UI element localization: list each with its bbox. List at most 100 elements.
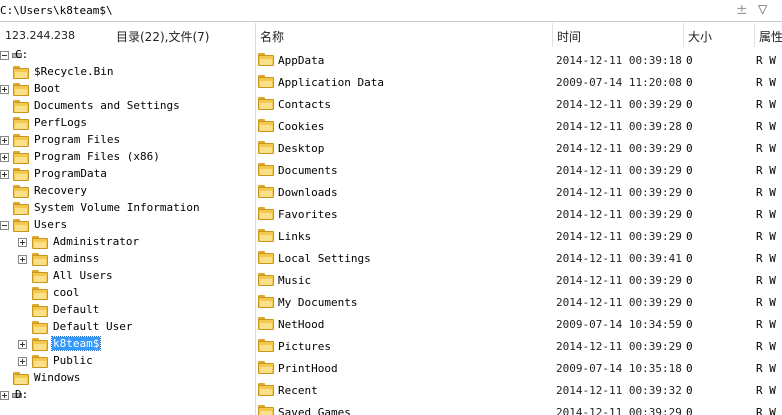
file-name: Music	[278, 274, 312, 287]
file-time: 2014-12-11 00:39:32	[556, 384, 682, 397]
tree-item-label: PerfLogs	[34, 116, 87, 129]
tree-item[interactable]: k8team$	[0, 336, 255, 353]
expand-icon[interactable]	[0, 391, 9, 400]
folder-icon	[258, 273, 274, 286]
file-attributes: R W	[756, 186, 776, 199]
file-size: 0	[686, 230, 693, 243]
file-row[interactable]: PrintHood 2009-07-14 10:35:18 0 R W	[256, 357, 782, 379]
tree-item[interactable]: cool	[0, 285, 255, 302]
folder-icon	[258, 119, 274, 132]
tree-item[interactable]: All Users	[0, 268, 255, 285]
file-attributes: R W	[756, 120, 776, 133]
file-attributes: R W	[756, 384, 776, 397]
tree-item[interactable]: $Recycle.Bin	[0, 64, 255, 81]
file-row[interactable]: Documents 2014-12-11 00:39:29 0 R W	[256, 159, 782, 181]
tree-item[interactable]: System Volume Information	[0, 200, 255, 217]
expand-icon[interactable]	[0, 136, 9, 145]
file-name: Cookies	[278, 120, 325, 133]
file-row[interactable]: Desktop 2014-12-11 00:39:29 0 R W	[256, 137, 782, 159]
tree-item-label: All Users	[53, 269, 113, 282]
column-name-header[interactable]: 名称	[256, 23, 553, 47]
file-time: 2014-12-11 00:39:29	[556, 186, 682, 199]
tree-item-label: Default	[53, 303, 100, 316]
tree-item-label: System Volume Information	[34, 201, 200, 214]
file-name: Local Settings	[278, 252, 371, 265]
dropdown-icon[interactable]: ▽	[758, 2, 767, 16]
folder-icon	[13, 151, 29, 164]
collapse-icon[interactable]	[0, 51, 9, 60]
folder-icon	[258, 163, 274, 176]
file-attributes: R W	[756, 252, 776, 265]
tree-item[interactable]: Default	[0, 302, 255, 319]
file-attributes: R W	[756, 274, 776, 287]
file-row[interactable]: Cookies 2014-12-11 00:39:28 0 R W	[256, 115, 782, 137]
tree-item-label: C:	[15, 48, 29, 61]
folder-icon	[258, 207, 274, 220]
tree-item[interactable]: ProgramData	[0, 166, 255, 183]
tree-item[interactable]: Users	[0, 217, 255, 234]
expand-icon[interactable]	[18, 255, 27, 264]
expand-icon[interactable]	[0, 153, 9, 162]
expand-icon[interactable]	[18, 340, 27, 349]
plus-minus-icon[interactable]: ±	[736, 2, 748, 18]
tree-item[interactable]: Program Files	[0, 132, 255, 149]
file-attributes: R W	[756, 208, 776, 221]
tree-item[interactable]: Documents and Settings	[0, 98, 255, 115]
tree-item[interactable]: adminss	[0, 251, 255, 268]
column-time-header[interactable]: 时间	[553, 23, 684, 47]
file-row[interactable]: Music 2014-12-11 00:39:29 0 R W	[256, 269, 782, 291]
tree-item[interactable]: Public	[0, 353, 255, 370]
tree-item[interactable]: Default User	[0, 319, 255, 336]
file-name: Saved Games	[278, 406, 351, 415]
tree-item[interactable]: Boot	[0, 81, 255, 98]
column-size-header[interactable]: 大小	[684, 23, 755, 47]
file-row[interactable]: Recent 2014-12-11 00:39:32 0 R W	[256, 379, 782, 401]
folder-icon	[13, 219, 29, 232]
path-input[interactable]: C:\Users\k8team$\	[0, 4, 113, 17]
file-attributes: R W	[756, 406, 776, 415]
column-attr-label: 属性	[759, 30, 782, 44]
file-row[interactable]: Contacts 2014-12-11 00:39:29 0 R W	[256, 93, 782, 115]
file-attributes: R W	[756, 340, 776, 353]
expand-icon[interactable]	[0, 85, 9, 94]
folder-icon	[13, 66, 29, 79]
file-row[interactable]: Local Settings 2014-12-11 00:39:41 0 R W	[256, 247, 782, 269]
file-name: My Documents	[278, 296, 358, 309]
file-row[interactable]: NetHood 2009-07-14 10:34:59 0 R W	[256, 313, 782, 335]
folder-icon	[13, 100, 29, 113]
tree-item[interactable]: C:	[0, 47, 255, 64]
tree-item[interactable]: D:	[0, 387, 255, 404]
file-row[interactable]: Downloads 2014-12-11 00:39:29 0 R W	[256, 181, 782, 203]
tree-item[interactable]: Windows	[0, 370, 255, 387]
path-bar[interactable]: C:\Users\k8team$\ ± ▽	[0, 0, 782, 22]
expand-icon[interactable]	[18, 238, 27, 247]
tree-item[interactable]: Administrator	[0, 234, 255, 251]
expand-icon[interactable]	[18, 357, 27, 366]
file-row[interactable]: Saved Games 2014-12-11 00:39:29 0 R W	[256, 401, 782, 415]
tree-header: 123.244.238 目录(22),文件(7)	[0, 23, 255, 47]
folder-icon	[13, 168, 29, 181]
tree-item[interactable]: Program Files (x86)	[0, 149, 255, 166]
column-attr-header[interactable]: 属性	[755, 23, 782, 47]
file-row[interactable]: Application Data 2009-07-14 11:20:08 0 R W	[256, 71, 782, 93]
file-row[interactable]: Favorites 2014-12-11 00:39:29 0 R W	[256, 203, 782, 225]
file-size: 0	[686, 362, 693, 375]
tree-item-label: Program Files	[34, 133, 121, 146]
file-row[interactable]: AppData 2014-12-11 00:39:18 0 R W	[256, 49, 782, 71]
file-row[interactable]: Pictures 2014-12-11 00:39:29 0 R W	[256, 335, 782, 357]
tree-item[interactable]: PerfLogs	[0, 115, 255, 132]
folder-icon	[13, 83, 29, 96]
folder-icon	[32, 287, 48, 300]
file-attributes: R W	[756, 164, 776, 177]
expand-icon[interactable]	[0, 170, 9, 179]
folder-icon	[258, 229, 274, 242]
file-time: 2014-12-11 00:39:29	[556, 164, 682, 177]
file-size: 0	[686, 142, 693, 155]
ip-address: 123.244.238	[5, 29, 75, 42]
file-row[interactable]: My Documents 2014-12-11 00:39:29 0 R W	[256, 291, 782, 313]
collapse-icon[interactable]	[0, 221, 9, 230]
file-size: 0	[686, 406, 693, 415]
tree-item[interactable]: Recovery	[0, 183, 255, 200]
folder-icon	[258, 405, 274, 415]
file-row[interactable]: Links 2014-12-11 00:39:29 0 R W	[256, 225, 782, 247]
